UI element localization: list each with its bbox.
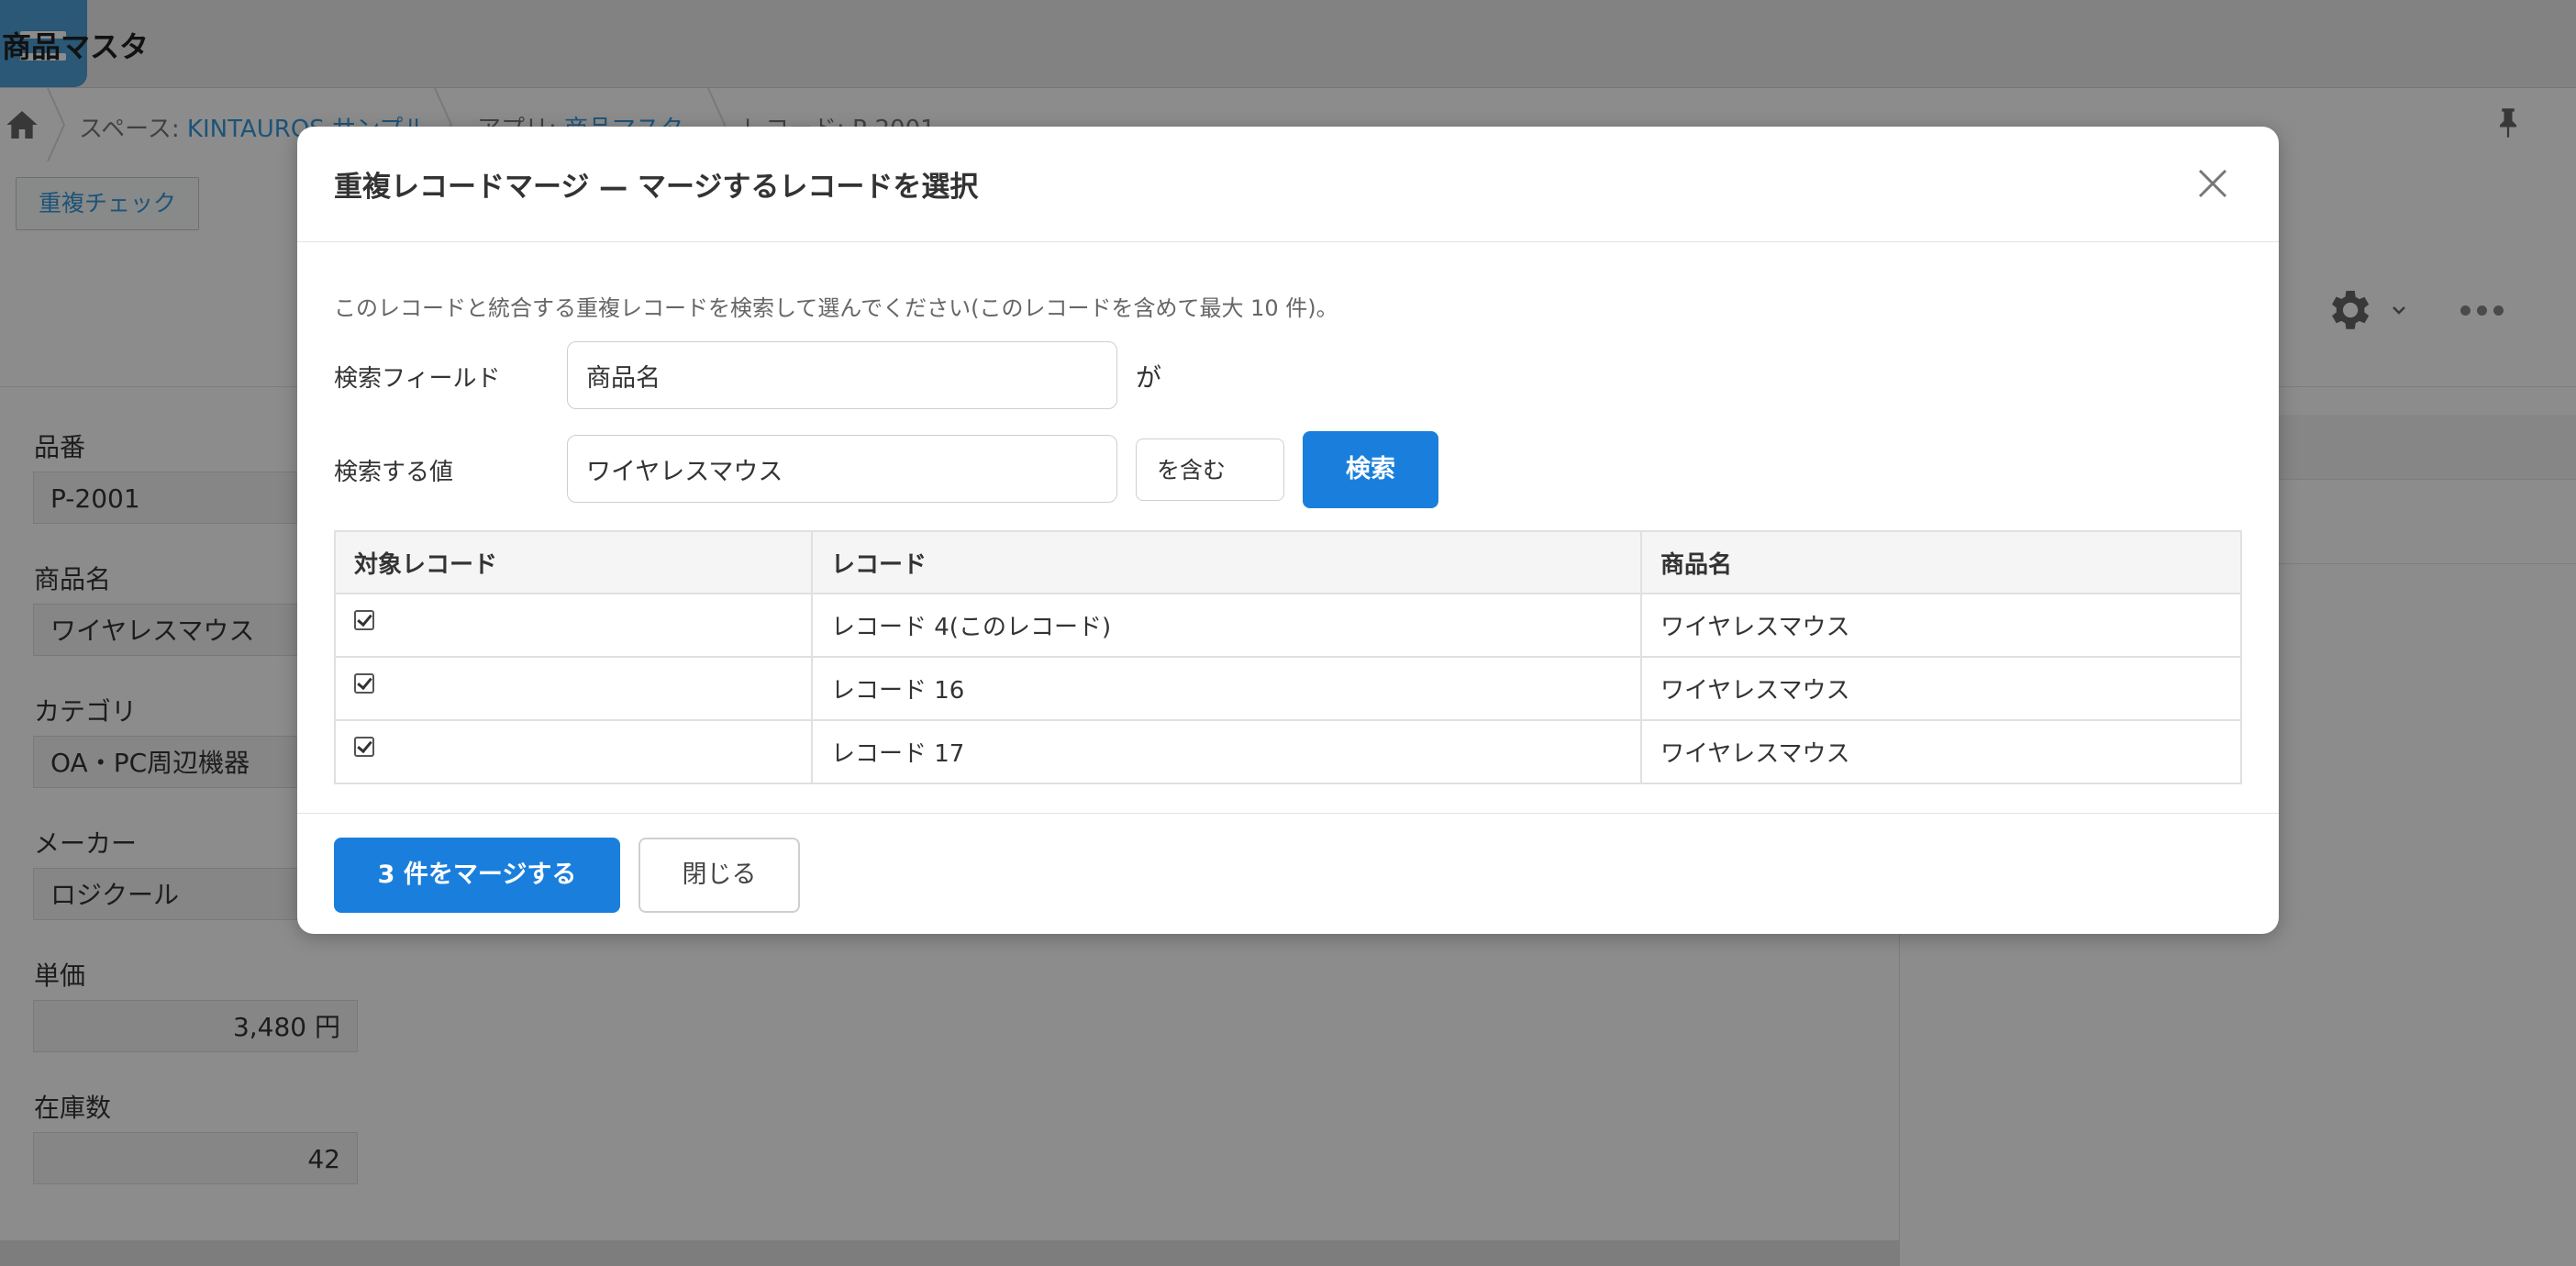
table-header-row: 対象レコード レコード 商品名: [334, 530, 2242, 594]
merge-button[interactable]: 3 件をマージする: [334, 838, 620, 913]
merge-dialog: 重複レコードマージ — マージするレコードを選択 このレコードと統合する重複レコ…: [297, 127, 2279, 934]
table-row: レコード 16 ワイヤレスマウス: [334, 656, 2242, 721]
record-cell: レコード 17: [811, 719, 1642, 784]
product-name-cell: ワイヤレスマウス: [1640, 593, 2242, 658]
ga-label: が: [1136, 362, 1162, 393]
record-cell: レコード 16: [811, 656, 1642, 721]
table-row: レコード 17 ワイヤレスマウス: [334, 719, 2242, 784]
column-header-product-name: 商品名: [1640, 530, 2242, 594]
operator-select[interactable]: を含む: [1136, 439, 1284, 501]
record-cell: レコード 4(このレコード): [811, 593, 1642, 658]
dialog-description: このレコードと統合する重複レコードを検索して選んでください(このレコードを含めて…: [334, 295, 1338, 321]
column-header-target: 対象レコード: [334, 530, 813, 594]
record-table: 対象レコード レコード 商品名 レコード 4(このレコード) ワイヤレスマウス …: [334, 530, 2242, 784]
search-value-label: 検索する値: [334, 459, 454, 486]
target-cell: [334, 719, 813, 784]
dialog-title: 重複レコードマージ — マージするレコードを選択: [334, 171, 979, 204]
record-checkbox[interactable]: [354, 737, 374, 757]
target-cell: [334, 593, 813, 658]
column-header-record: レコード: [811, 530, 1642, 594]
search-value-input[interactable]: [567, 435, 1117, 503]
search-field-input[interactable]: [567, 341, 1117, 409]
record-checkbox[interactable]: [354, 673, 374, 694]
table-row: レコード 4(このレコード) ワイヤレスマウス: [334, 593, 2242, 658]
close-icon[interactable]: [2194, 165, 2231, 202]
dialog-footer: 3 件をマージする 閉じる: [297, 813, 2279, 935]
search-field-label: 検索フィールド: [334, 365, 501, 393]
dialog-header: 重複レコードマージ — マージするレコードを選択: [297, 127, 2279, 242]
record-checkbox[interactable]: [354, 610, 374, 630]
product-name-cell: ワイヤレスマウス: [1640, 656, 2242, 721]
target-cell: [334, 656, 813, 721]
close-button[interactable]: 閉じる: [638, 838, 800, 913]
product-name-cell: ワイヤレスマウス: [1640, 719, 2242, 784]
search-button[interactable]: 検索: [1303, 431, 1438, 508]
